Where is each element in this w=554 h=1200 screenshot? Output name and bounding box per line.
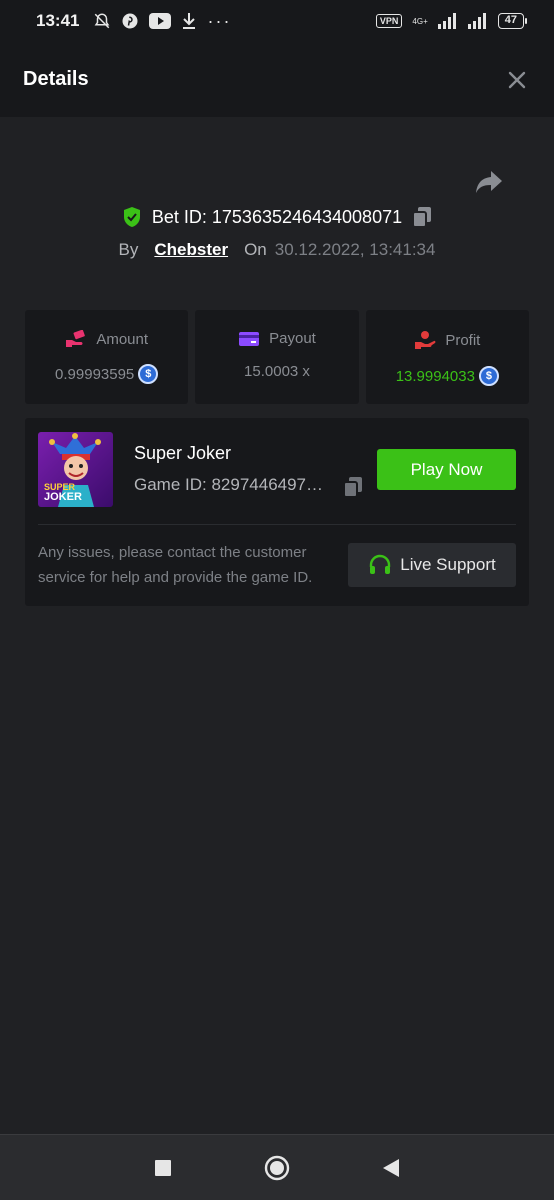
game-id: Game ID: 8297446497… — [134, 475, 324, 494]
game-card: SUPER JOKER Super Joker Game ID: 8297446… — [25, 418, 529, 606]
close-button[interactable] — [503, 66, 531, 94]
stat-amount: Amount 0.99993595 $ — [25, 310, 189, 404]
status-time: 13:41 — [36, 11, 80, 30]
payout-value: 15.0003 x — [244, 363, 310, 380]
system-nav-bar — [0, 1134, 554, 1200]
bet-date: 30.12.2022, 13:41:34 — [274, 240, 436, 259]
shield-check-icon — [123, 207, 140, 227]
by-label: By — [118, 240, 139, 259]
on-label: On — [244, 240, 267, 259]
back-button[interactable] — [382, 1158, 400, 1178]
user-link[interactable]: Chebster — [154, 240, 228, 260]
amount-label: Amount — [96, 330, 149, 348]
signal-icon-2 — [467, 13, 486, 29]
home-button[interactable] — [264, 1155, 290, 1181]
status-bar: 13:41 ··· VPN 4G+ 47 — [0, 0, 554, 42]
joker-thumbnail-icon: SUPER JOKER — [38, 432, 113, 507]
details-header: Details — [0, 42, 554, 117]
bet-id-row: Bet ID: 1753635246434008071 — [0, 206, 554, 228]
copy-game-id-icon[interactable] — [343, 476, 363, 498]
page-title: Details — [23, 68, 89, 90]
headset-icon — [370, 554, 391, 574]
payout-label: Payout — [269, 330, 316, 347]
bell-off-icon — [95, 13, 110, 29]
close-icon — [508, 71, 526, 88]
back-triangle-icon — [383, 1158, 399, 1177]
battery-icon: 47 — [497, 13, 528, 29]
game-thumbnail[interactable]: SUPER JOKER — [38, 432, 113, 507]
notification-icons: ··· — [93, 11, 231, 32]
live-support-label: Live Support — [400, 555, 496, 574]
usdc-coin-icon: $ — [478, 366, 499, 386]
bet-stats: Amount 0.99993595 $ Payout 15.0003 x Pro… — [25, 310, 529, 404]
pinterest-icon — [122, 13, 138, 29]
recents-button[interactable] — [154, 1159, 172, 1177]
copy-bet-id-icon[interactable] — [412, 206, 432, 228]
share-button[interactable] — [474, 168, 504, 196]
bet-id: Bet ID: 1753635246434008071 — [151, 206, 403, 227]
signal-icon — [437, 13, 456, 29]
stat-profit: Profit 13.9994033 $ — [365, 310, 529, 404]
game-name[interactable]: Super Joker — [134, 443, 231, 464]
youtube-icon — [149, 13, 172, 29]
more-icon: ··· — [207, 10, 232, 31]
live-support-button[interactable]: Live Support — [348, 543, 516, 587]
card-icon — [239, 331, 260, 346]
home-circle-icon — [264, 1155, 290, 1180]
vpn-badge: VPN — [375, 14, 403, 28]
thumb-line2: JOKER — [44, 491, 82, 503]
support-text: Any issues, please contact the customer … — [38, 544, 313, 586]
square-icon — [155, 1159, 171, 1176]
amount-value: 0.99993595 — [55, 365, 135, 383]
divider — [38, 524, 516, 525]
network-type: 4G+ — [412, 16, 428, 26]
profit-value: 13.9994033 — [395, 367, 475, 385]
download-icon — [183, 13, 196, 29]
profit-label: Profit — [445, 331, 481, 349]
share-icon — [476, 171, 502, 193]
money-hand-icon — [66, 330, 86, 347]
play-now-button[interactable]: Play Now — [377, 449, 516, 490]
bet-meta-row: By Chebster On 30.12.2022, 13:41:34 — [0, 240, 554, 260]
profit-hand-icon — [415, 331, 436, 349]
usdc-coin-icon: $ — [138, 364, 159, 384]
stat-payout: Payout 15.0003 x — [195, 310, 359, 404]
